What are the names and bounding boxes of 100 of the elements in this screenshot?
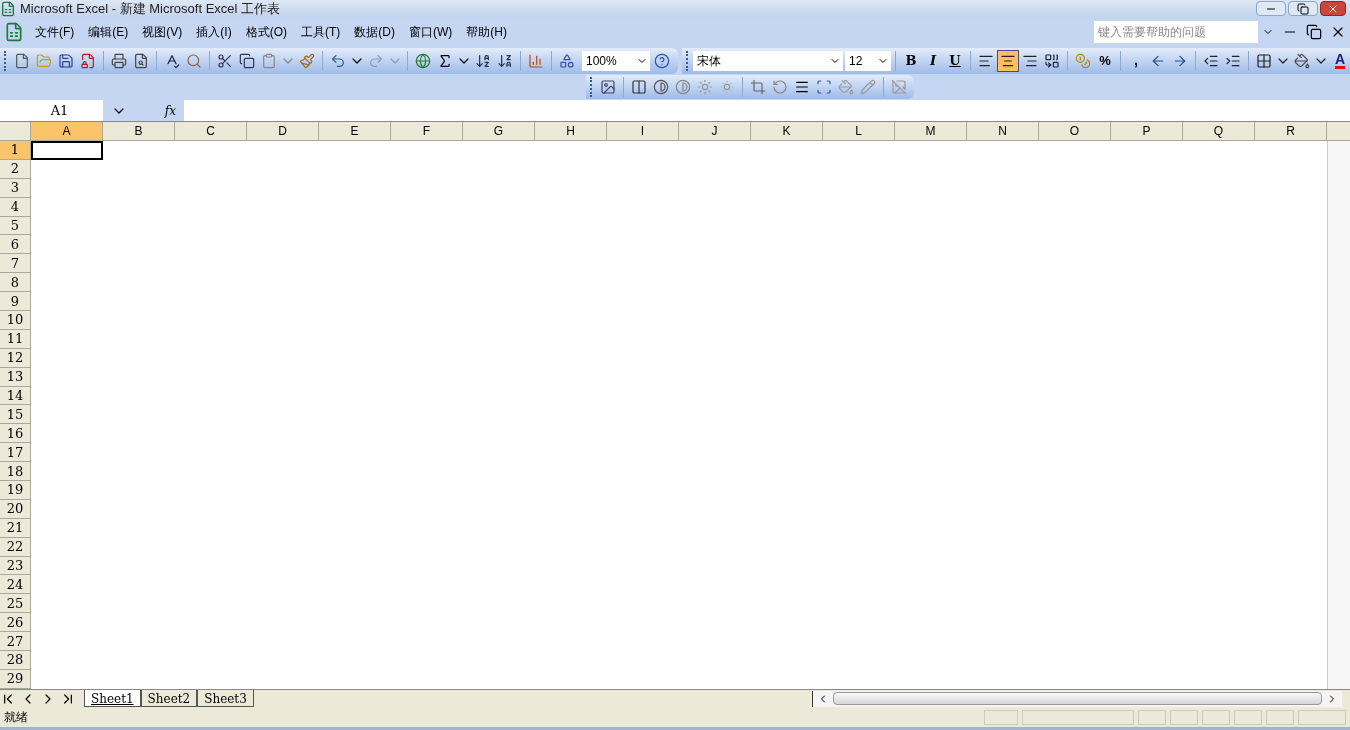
column-header[interactable]: Q: [1183, 122, 1255, 141]
underline-button[interactable]: U: [944, 49, 966, 72]
row-header[interactable]: 8: [0, 273, 31, 293]
scrollbar-thumb[interactable]: [833, 692, 1322, 705]
row-header[interactable]: 9: [0, 292, 31, 311]
save-icon[interactable]: [58, 52, 74, 69]
excel-logo-icon: [0, 0, 16, 17]
row-header[interactable]: 6: [0, 235, 31, 255]
help-search-field[interactable]: 键入需要帮助的问题: [1094, 21, 1258, 43]
italic-button[interactable]: I: [922, 49, 944, 72]
scrollbar-top-corner: [1327, 122, 1350, 141]
row-header[interactable]: 7: [0, 254, 31, 274]
copy-icon[interactable]: [239, 52, 255, 69]
menu-item[interactable]: 视图(V): [135, 21, 190, 43]
paint-bucket-icon: [1294, 52, 1310, 69]
borders-icon: [1256, 52, 1272, 69]
sheet-tab[interactable]: Sheet2: [140, 690, 198, 707]
merge-center-icon: [1044, 52, 1060, 69]
sigma-icon[interactable]: [437, 52, 453, 69]
column-header[interactable]: C: [175, 122, 247, 141]
column-header[interactable]: I: [607, 122, 679, 141]
menu-item[interactable]: 格式(O): [238, 21, 294, 43]
menu-item[interactable]: 帮助(H): [459, 21, 514, 43]
undo-icon[interactable]: [330, 52, 346, 69]
horizontal-scrollbar[interactable]: [812, 690, 1342, 707]
row-header[interactable]: 10: [0, 311, 31, 330]
restore-button[interactable]: [1288, 1, 1318, 16]
column-header[interactable]: D: [247, 122, 319, 141]
menu-item[interactable]: 工具(T): [294, 21, 348, 43]
help-icon[interactable]: [654, 52, 670, 69]
sort-ascending-icon[interactable]: [475, 52, 491, 69]
print-icon[interactable]: [111, 52, 127, 69]
sheet-tab[interactable]: Sheet3: [197, 690, 254, 707]
active-cell[interactable]: [31, 141, 103, 160]
contrast-icon[interactable]: [653, 79, 669, 95]
column-header[interactable]: E: [319, 122, 391, 141]
image-icon[interactable]: [600, 79, 616, 95]
spell-check-icon[interactable]: [164, 52, 180, 69]
paintbrush-icon[interactable]: [299, 52, 315, 69]
rotate-icon[interactable]: [772, 79, 788, 95]
cut-icon[interactable]: [217, 52, 233, 69]
new-file-icon[interactable]: [14, 52, 30, 69]
row-header[interactable]: 28: [0, 651, 31, 670]
bold-button[interactable]: B: [900, 49, 922, 72]
zoom-field[interactable]: 100%: [582, 50, 650, 71]
column-header[interactable]: G: [463, 122, 535, 141]
minimize-button[interactable]: [1256, 1, 1286, 16]
status-panel: [1298, 709, 1346, 725]
row-header[interactable]: 17: [0, 443, 31, 463]
row-header[interactable]: 1: [0, 141, 31, 160]
restore-icon[interactable]: [1306, 24, 1322, 40]
menu-item[interactable]: 插入(I): [189, 21, 239, 43]
menu-item[interactable]: 窗口(W): [402, 21, 460, 43]
row-header[interactable]: 26: [0, 613, 31, 633]
column-header[interactable]: J: [679, 122, 751, 141]
column-header[interactable]: O: [1039, 122, 1111, 141]
print-preview-icon[interactable]: [133, 52, 149, 69]
contrast-icon[interactable]: [675, 79, 691, 95]
column-header[interactable]: F: [391, 122, 463, 141]
percent-button[interactable]: %: [1094, 49, 1116, 72]
file-lock-icon[interactable]: [80, 52, 96, 69]
workbook-icon[interactable]: [4, 22, 24, 42]
row-header[interactable]: 27: [0, 632, 31, 652]
chart-icon[interactable]: [528, 52, 544, 69]
globe-icon[interactable]: [415, 52, 431, 69]
status-text: 就绪: [4, 709, 28, 726]
shapes-icon[interactable]: [559, 52, 575, 69]
row-header[interactable]: 24: [0, 575, 31, 595]
column-header[interactable]: K: [751, 122, 823, 141]
row-header[interactable]: 25: [0, 594, 31, 614]
row-header[interactable]: 19: [0, 481, 31, 500]
menu-item[interactable]: 数据(D): [347, 21, 402, 43]
column-header[interactable]: B: [103, 122, 175, 141]
sort-descending-icon[interactable]: [497, 52, 513, 69]
column-header[interactable]: A: [31, 122, 103, 141]
row-header[interactable]: 16: [0, 424, 31, 444]
line-style-icon[interactable]: [794, 79, 810, 95]
font-size-field[interactable]: 12: [845, 50, 891, 71]
row-header[interactable]: 18: [0, 462, 31, 482]
font-field[interactable]: 宋体: [693, 50, 843, 71]
comma-button[interactable]: ,: [1125, 49, 1147, 72]
column-header[interactable]: R: [1255, 122, 1327, 141]
row-header[interactable]: 15: [0, 405, 31, 425]
function-button[interactable]: fx: [164, 101, 176, 120]
column-header[interactable]: L: [823, 122, 895, 141]
menu-item[interactable]: 编辑(E): [81, 21, 136, 43]
crop-icon[interactable]: [750, 79, 766, 95]
font-color-button[interactable]: A: [1329, 49, 1350, 72]
coins-icon: [1075, 52, 1091, 69]
column-header[interactable]: P: [1111, 122, 1183, 141]
column-header[interactable]: N: [967, 122, 1039, 141]
column-header[interactable]: H: [535, 122, 607, 141]
status-panel: [1202, 709, 1230, 725]
column-header[interactable]: M: [895, 122, 967, 141]
align-center-button[interactable]: [997, 49, 1019, 72]
search-icon[interactable]: [186, 52, 202, 69]
close-button[interactable]: [1320, 1, 1346, 16]
paste-icon[interactable]: [261, 52, 277, 69]
menu-item[interactable]: 文件(F): [28, 21, 82, 43]
sheet-tab[interactable]: Sheet1: [84, 690, 141, 707]
